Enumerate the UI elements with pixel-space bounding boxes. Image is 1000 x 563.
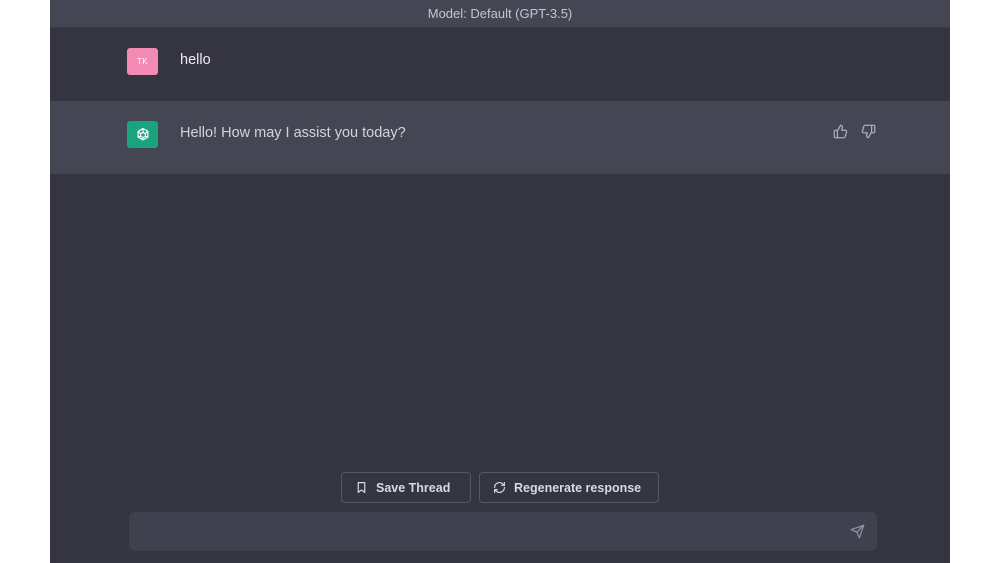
bookmark-icon <box>357 482 366 493</box>
user-avatar-initials: TK <box>136 57 149 66</box>
thumbs-up-button[interactable] <box>832 123 848 139</box>
save-thread-label: Save Thread <box>376 480 451 495</box>
refresh-icon <box>494 482 505 493</box>
model-header: Model: Default (GPT-3.5) <box>50 0 950 28</box>
thumbs-down-button[interactable] <box>860 123 876 139</box>
send-icon <box>850 524 864 539</box>
thread-actions: Save Thread Regenerate response <box>50 472 950 503</box>
regenerate-response-button[interactable]: Regenerate response <box>479 472 659 503</box>
message-input[interactable] <box>129 512 837 551</box>
model-label: Model: Default (GPT-3.5) <box>427 6 573 21</box>
user-avatar: TK <box>127 48 158 75</box>
save-thread-button[interactable]: Save Thread <box>341 472 471 503</box>
user-message-row: TK hello <box>50 28 950 101</box>
assistant-message-text: Hello! How may I assist you today? <box>180 125 406 141</box>
chat-app: Model: Default (GPT-3.5) TK hello Hello!… <box>50 0 950 563</box>
thumbs-up-icon <box>833 124 847 138</box>
user-message-text: hello <box>180 52 211 68</box>
openai-logo-icon <box>137 127 148 141</box>
feedback-buttons <box>832 123 876 139</box>
assistant-message-row: Hello! How may I assist you today? <box>50 101 950 174</box>
assistant-avatar <box>127 121 158 148</box>
regenerate-response-label: Regenerate response <box>514 480 642 495</box>
message-composer <box>129 512 877 551</box>
send-button[interactable] <box>837 512 877 551</box>
thumbs-down-icon <box>861 124 875 138</box>
